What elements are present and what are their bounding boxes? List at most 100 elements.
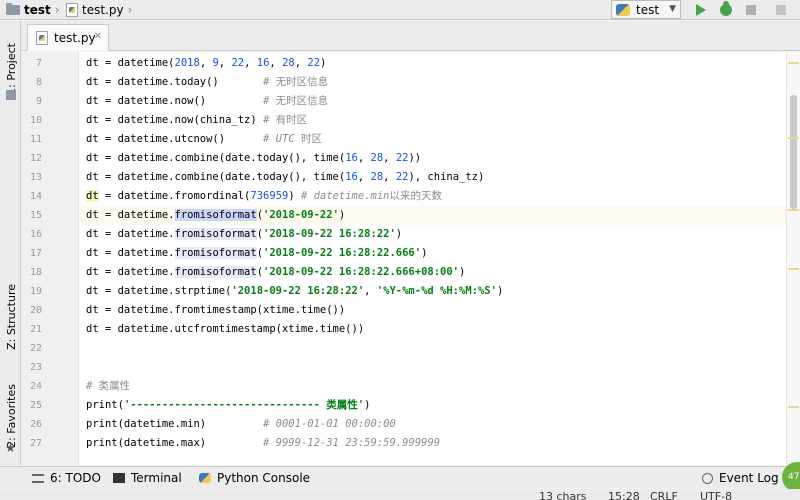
code-line[interactable]: dt = datetime.fromordinal(736959) # date…	[86, 187, 442, 206]
bottom-tool-bar: 6: TODO Terminal Python Console Event Lo…	[0, 466, 800, 488]
chevron-down-icon: ▼	[669, 4, 676, 14]
run-configuration-label: test	[636, 2, 660, 17]
project-icon	[1, 87, 21, 100]
event-log-tab[interactable]: Event Log	[702, 469, 779, 487]
line-number: 11	[29, 134, 42, 145]
breadcrumb-file[interactable]: test.py ›	[66, 1, 132, 19]
chevron-right-icon: ›	[127, 3, 133, 17]
navigation-bar: test › test.py › test ▼	[0, 0, 800, 20]
code-editor[interactable]: 7 8 9 10 11 12 13 14 15 16 17 18 19 20 21 22 23 24 25 26 27 …	[21, 52, 800, 465]
tab-test-py-label: test.py	[54, 31, 96, 45]
tool-tab-structure-label: Z: Structure	[4, 284, 18, 350]
python-console-tab-label: Python Console	[217, 471, 311, 485]
left-tool-strip: 1: Project Z: Structure 2: Favorites ★	[0, 21, 21, 465]
python-icon	[616, 3, 630, 16]
line-number: 9	[35, 96, 42, 107]
error-stripe-mark	[788, 406, 799, 408]
code-line[interactable]: dt = datetime.utcnow() # UTC 时区	[86, 130, 322, 149]
editor-tab-bar: test.py ✕	[21, 21, 800, 51]
error-stripe-mark	[788, 209, 799, 211]
code-line[interactable]: dt = datetime(2018, 9, 22, 16, 28, 22)	[86, 54, 326, 73]
line-number: 18	[29, 267, 42, 278]
run-button[interactable]	[692, 1, 710, 19]
editor-scrollbar[interactable]	[786, 52, 800, 465]
line-number: 12	[29, 153, 42, 164]
bug-icon	[720, 1, 732, 16]
line-number: 22	[29, 343, 42, 354]
terminal-tab-label: Terminal	[131, 471, 182, 485]
line-number: 8	[35, 77, 42, 88]
python-file-icon	[66, 3, 78, 17]
stop-button[interactable]	[742, 1, 760, 19]
caret-position[interactable]: 15:28	[608, 490, 640, 500]
code-line[interactable]: print(datetime.min) # 0001-01-01 00:00:0…	[86, 415, 396, 434]
tool-tab-structure[interactable]: Z: Structure	[1, 275, 21, 359]
code-line[interactable]: # 类属性	[86, 377, 130, 396]
line-number: 20	[29, 305, 42, 316]
folder-icon	[6, 3, 20, 15]
code-line[interactable]: dt = datetime.today() # 无时区信息	[86, 73, 328, 92]
code-line[interactable]: print('------------------------------ 类属…	[86, 396, 370, 415]
code-line[interactable]: dt = datetime.fromisoformat('2018-09-22 …	[86, 263, 465, 282]
line-number-gutter: 7 8 9 10 11 12 13 14 15 16 17 18 19 20 21 22 23 24 25 26 27	[21, 52, 79, 465]
code-line[interactable]: print(datetime.max) # 9999-12-31 23:59:5…	[86, 434, 440, 453]
line-number: 25	[29, 400, 42, 411]
line-number: 14	[29, 191, 42, 202]
breadcrumb-project[interactable]: test ›	[6, 1, 60, 19]
line-number: 15	[29, 210, 42, 221]
line-number: 21	[29, 324, 42, 335]
stop-icon	[746, 5, 756, 15]
code-area[interactable]: dt = datetime(2018, 9, 22, 16, 28, 22) dt…	[80, 52, 786, 465]
code-line-current[interactable]: dt = datetime.fromisoformat('2018-09-22'…	[80, 206, 786, 225]
code-line[interactable]: dt = datetime.strptime('2018-09-22 16:28…	[86, 282, 503, 301]
code-line[interactable]: dt = datetime.now() # 无时区信息	[86, 92, 328, 111]
close-icon[interactable]: ✕	[94, 31, 102, 42]
breadcrumb-file-label: test.py	[82, 3, 124, 17]
todo-tab[interactable]: 6: TODO	[32, 469, 101, 487]
square-icon	[776, 5, 786, 15]
todo-tab-label: 6: TODO	[50, 471, 101, 485]
breadcrumb-project-label: test	[24, 3, 51, 17]
line-number: 16	[29, 229, 42, 240]
list-icon	[32, 473, 44, 483]
run-configuration-select[interactable]: test ▼	[611, 0, 681, 19]
code-line[interactable]: dt = datetime.combine(date.today(), time…	[86, 168, 484, 187]
line-number: 13	[29, 172, 42, 183]
code-line[interactable]: dt = datetime.fromisoformat('2018-09-22 …	[86, 244, 427, 263]
code-line[interactable]: dt = datetime.utcfromtimestamp(xtime.tim…	[86, 320, 364, 339]
event-log-tab-label: Event Log	[719, 471, 779, 485]
code-line[interactable]: dt = datetime.now(china_tz) # 有时区	[86, 111, 307, 130]
line-number: 23	[29, 362, 42, 373]
selection-length: 13 chars	[539, 490, 587, 500]
line-number: 7	[35, 58, 42, 69]
python-icon	[199, 473, 211, 483]
line-number: 10	[29, 115, 42, 126]
python-console-tab[interactable]: Python Console	[199, 469, 310, 487]
file-encoding[interactable]: UTF-8	[700, 490, 732, 500]
chevron-right-icon: ›	[54, 3, 60, 17]
debug-button[interactable]	[717, 1, 735, 19]
line-number: 19	[29, 286, 42, 297]
code-line[interactable]: dt = datetime.fromisoformat('2018-09-22 …	[86, 225, 402, 244]
code-line[interactable]: dt = datetime.fromtimestamp(xtime.time()…	[86, 301, 345, 320]
play-icon	[696, 4, 706, 16]
speech-bubble-icon	[702, 472, 713, 484]
line-number: 17	[29, 248, 42, 259]
star-icon: ★	[5, 441, 16, 455]
line-number: 27	[29, 438, 42, 449]
error-stripe-mark	[788, 137, 799, 139]
code-line[interactable]: dt = datetime.combine(date.today(), time…	[86, 149, 421, 168]
error-stripe-mark	[788, 62, 799, 64]
folder-icon	[6, 89, 16, 100]
terminal-icon	[113, 473, 125, 483]
terminal-tab[interactable]: Terminal	[113, 469, 182, 487]
error-stripe-mark	[788, 268, 799, 270]
event-count: 47	[788, 472, 800, 482]
line-number: 26	[29, 419, 42, 430]
scrollbar-thumb[interactable]	[790, 95, 797, 209]
tool-tab-favorites-label: 2: Favorites	[4, 384, 18, 448]
line-separator[interactable]: CRLF	[650, 490, 678, 500]
tab-test-py[interactable]: test.py ✕	[27, 24, 109, 51]
line-number: 24	[29, 381, 42, 392]
more-button[interactable]	[772, 1, 790, 19]
